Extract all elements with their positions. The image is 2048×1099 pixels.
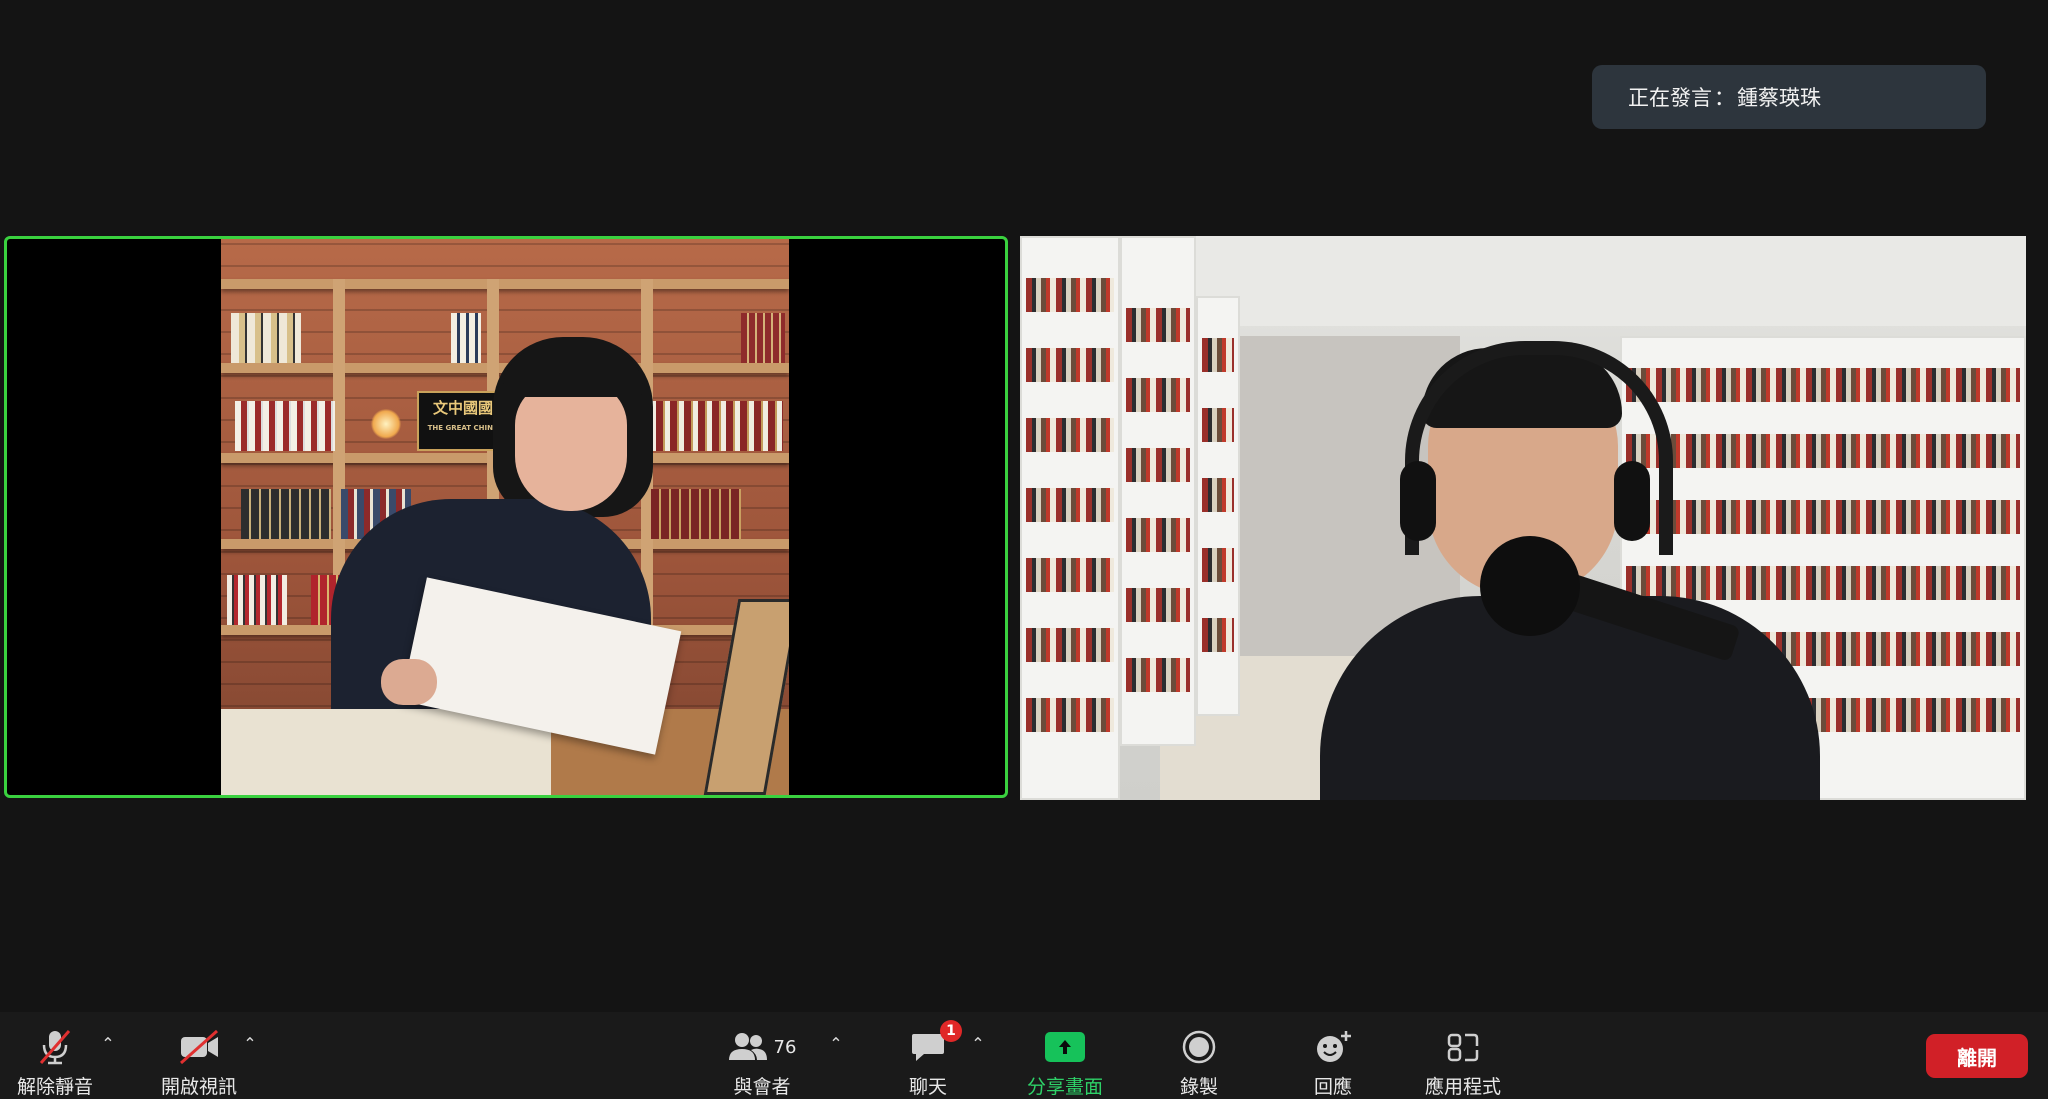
video-tile-active-speaker[interactable]: 文中國國 THE GREAT CHINA	[4, 236, 1008, 798]
unmute-label: 解除靜音	[16, 1076, 93, 1098]
active-speaker-name: 鍾蔡瑛珠	[1737, 86, 1821, 110]
video-off-icon	[177, 1024, 221, 1070]
participants-count: 76	[773, 1036, 797, 1058]
chat-unread-badge: 1	[940, 1020, 962, 1042]
video-feed-man	[1020, 236, 2026, 800]
active-speaker-banner: 正在發言 ： 鍾蔡瑛珠	[1592, 65, 1986, 129]
participants-icon: 76	[728, 1024, 797, 1070]
participants-caret-icon[interactable]: ⌃	[826, 1034, 846, 1054]
unmute-button[interactable]: 解除靜音	[14, 1012, 96, 1099]
video-feed-woman: 文中國國 THE GREAT CHINA	[221, 239, 789, 795]
emoji-reaction-icon	[1314, 1024, 1352, 1070]
apps-icon	[1446, 1024, 1480, 1070]
chat-icon: 1	[910, 1020, 962, 1070]
leave-meeting-button[interactable]: 離開	[1926, 1034, 2028, 1078]
active-speaker-separator: ：	[1714, 86, 1735, 110]
record-icon	[1181, 1024, 1217, 1070]
active-speaker-label: 正在發言	[1628, 86, 1712, 110]
record-button[interactable]: 錄製	[1164, 1012, 1234, 1099]
video-tile-participant[interactable]	[1020, 236, 2026, 800]
chat-caret-icon[interactable]: ⌃	[968, 1034, 988, 1054]
plaque-title: 文中國國	[432, 399, 493, 417]
start-video-button[interactable]: 開啟視訊	[158, 1012, 240, 1099]
reactions-button[interactable]: 回應	[1298, 1012, 1368, 1099]
participants-button[interactable]: 76 與會者	[724, 1012, 800, 1099]
start-video-label: 開啟視訊	[160, 1076, 237, 1098]
apps-button[interactable]: 應用程式	[1418, 1012, 1508, 1099]
record-label: 錄製	[1179, 1076, 1218, 1098]
share-screen-button[interactable]: 分享畫面	[1020, 1012, 1110, 1099]
video-options-caret-icon[interactable]: ⌃	[240, 1034, 260, 1054]
share-screen-icon	[1045, 1024, 1085, 1070]
chat-label: 聊天	[908, 1076, 947, 1098]
reactions-label: 回應	[1313, 1076, 1352, 1098]
audio-options-caret-icon[interactable]: ⌃	[98, 1034, 118, 1054]
apps-label: 應用程式	[1424, 1076, 1501, 1098]
mic-muted-icon	[35, 1024, 75, 1070]
participants-label: 與會者	[733, 1076, 791, 1098]
chat-button[interactable]: 1 聊天	[888, 1012, 968, 1099]
share-screen-label: 分享畫面	[1026, 1076, 1103, 1098]
